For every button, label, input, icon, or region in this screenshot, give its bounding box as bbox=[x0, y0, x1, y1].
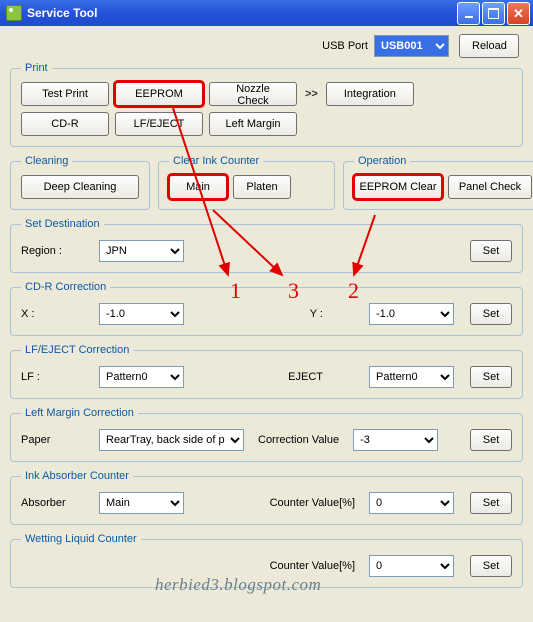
nozzle-check-button[interactable]: Nozzle Check bbox=[209, 82, 297, 106]
y-label: Y : bbox=[243, 308, 323, 320]
cdr-set-button[interactable]: Set bbox=[470, 303, 512, 325]
lf-label: LF : bbox=[21, 371, 91, 383]
left-margin-button[interactable]: Left Margin bbox=[209, 112, 297, 136]
left-margin-correction-group: Left Margin Correction Paper RearTray, b… bbox=[10, 407, 523, 462]
absorber-label: Absorber bbox=[21, 497, 91, 509]
annotation-2: 2 bbox=[348, 278, 359, 304]
left-margin-set-button[interactable]: Set bbox=[470, 429, 512, 451]
paper-select[interactable]: RearTray, back side of p bbox=[99, 429, 244, 451]
cleaning-group: Cleaning Deep Cleaning bbox=[10, 155, 150, 210]
maximize-button[interactable] bbox=[482, 2, 505, 25]
wetting-counter-select[interactable]: 0 bbox=[369, 555, 454, 577]
window-title: Service Tool bbox=[27, 6, 97, 20]
print-group: Print Test Print EEPROM Nozzle Check >> … bbox=[10, 62, 523, 147]
set-destination-group: Set Destination Region : JPN Set bbox=[10, 218, 523, 273]
reload-button[interactable]: Reload bbox=[459, 34, 519, 58]
x-select[interactable]: -1.0 bbox=[99, 303, 184, 325]
annotation-1: 1 bbox=[230, 278, 241, 304]
cdr-button[interactable]: CD-R bbox=[21, 112, 109, 136]
usb-port-select[interactable]: USB001 bbox=[374, 35, 449, 57]
eeprom-button[interactable]: EEPROM bbox=[115, 82, 203, 106]
lf-select[interactable]: Pattern0 bbox=[99, 366, 184, 388]
cdr-correction-legend: CD-R Correction bbox=[21, 281, 110, 293]
lf-eject-correction-group: LF/EJECT Correction LF : Pattern0 EJECT … bbox=[10, 344, 523, 399]
region-label: Region : bbox=[21, 245, 91, 257]
wetting-liquid-group: Wetting Liquid Counter Counter Value[%] … bbox=[10, 533, 523, 588]
print-legend: Print bbox=[21, 62, 52, 74]
cleaning-legend: Cleaning bbox=[21, 155, 72, 167]
usb-port-row: USB Port USB001 Reload bbox=[10, 32, 523, 62]
lf-eject-correction-legend: LF/EJECT Correction bbox=[21, 344, 133, 356]
cdr-correction-group: CD-R Correction X : -1.0 Y : -1.0 Set bbox=[10, 281, 523, 336]
clear-ink-group: Clear Ink Counter Main Platen bbox=[158, 155, 335, 210]
correction-value-label: Correction Value bbox=[258, 434, 339, 446]
deep-cleaning-button[interactable]: Deep Cleaning bbox=[21, 175, 139, 199]
correction-value-select[interactable]: -3 bbox=[353, 429, 438, 451]
close-button[interactable]: ✕ bbox=[507, 2, 530, 25]
ink-absorber-legend: Ink Absorber Counter bbox=[21, 470, 133, 482]
app-icon bbox=[6, 5, 22, 21]
y-select[interactable]: -1.0 bbox=[369, 303, 454, 325]
counter-value-label: Counter Value[%] bbox=[270, 497, 355, 509]
clear-ink-platen-button[interactable]: Platen bbox=[233, 175, 291, 199]
operation-legend: Operation bbox=[354, 155, 410, 167]
integration-button[interactable]: Integration bbox=[326, 82, 414, 106]
lf-set-button[interactable]: Set bbox=[470, 366, 512, 388]
absorber-select[interactable]: Main bbox=[99, 492, 184, 514]
paper-label: Paper bbox=[21, 434, 91, 446]
wetting-liquid-legend: Wetting Liquid Counter bbox=[21, 533, 141, 545]
client-area: USB Port USB001 Reload Print Test Print … bbox=[0, 26, 533, 602]
chevron-icon: >> bbox=[303, 88, 320, 100]
ink-absorber-group: Ink Absorber Counter Absorber Main Count… bbox=[10, 470, 523, 525]
minimize-button[interactable] bbox=[457, 2, 480, 25]
clear-ink-legend: Clear Ink Counter bbox=[169, 155, 263, 167]
eeprom-clear-button[interactable]: EEPROM Clear bbox=[354, 175, 442, 199]
region-set-button[interactable]: Set bbox=[470, 240, 512, 262]
wetting-counter-label: Counter Value[%] bbox=[270, 560, 355, 572]
operation-group: Operation EEPROM Clear Panel Check bbox=[343, 155, 533, 210]
ink-absorber-set-button[interactable]: Set bbox=[470, 492, 512, 514]
lf-eject-button[interactable]: LF/EJECT bbox=[115, 112, 203, 136]
eject-label: EJECT bbox=[243, 371, 323, 383]
wetting-set-button[interactable]: Set bbox=[470, 555, 512, 577]
region-select[interactable]: JPN bbox=[99, 240, 184, 262]
clear-ink-main-button[interactable]: Main bbox=[169, 175, 227, 199]
left-margin-correction-legend: Left Margin Correction bbox=[21, 407, 138, 419]
usb-port-label: USB Port bbox=[322, 40, 368, 52]
annotation-3: 3 bbox=[288, 278, 299, 304]
eject-select[interactable]: Pattern0 bbox=[369, 366, 454, 388]
counter-value-select[interactable]: 0 bbox=[369, 492, 454, 514]
title-bar: Service Tool ✕ bbox=[0, 0, 533, 26]
test-print-button[interactable]: Test Print bbox=[21, 82, 109, 106]
set-destination-legend: Set Destination bbox=[21, 218, 104, 230]
panel-check-button[interactable]: Panel Check bbox=[448, 175, 532, 199]
x-label: X : bbox=[21, 308, 91, 320]
